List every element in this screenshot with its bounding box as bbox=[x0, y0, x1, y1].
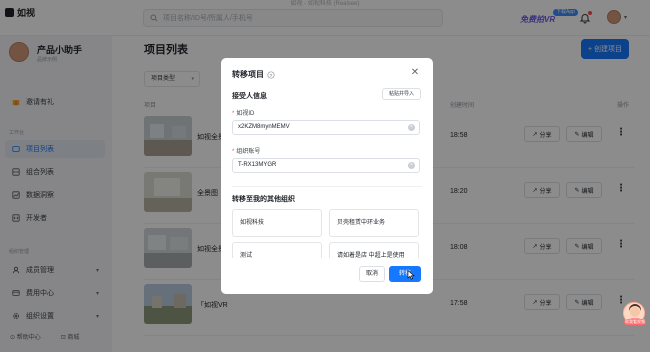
clear-icon[interactable]: × bbox=[408, 162, 415, 169]
org-account-input[interactable]: T-RX13MYGR × bbox=[232, 158, 420, 173]
org-account-label: * 组织账号 bbox=[232, 146, 260, 155]
org-account-value: T-RX13MYGR bbox=[238, 162, 277, 168]
org-option[interactable]: 贝壳租赁中环业务 bbox=[329, 209, 419, 237]
realsee-id-value: x2KZM8mynMEMV bbox=[238, 124, 290, 130]
help-circle-icon[interactable]: ? bbox=[267, 70, 275, 79]
cancel-button[interactable]: 取消 bbox=[359, 266, 385, 282]
realsee-id-input[interactable]: x2KZM8mynMEMV × bbox=[232, 120, 420, 135]
close-icon[interactable]: ✕ bbox=[410, 68, 420, 78]
required-mark: * bbox=[232, 111, 235, 117]
required-mark: * bbox=[232, 149, 235, 155]
assistant-label[interactable]: 帮我看视频 bbox=[624, 319, 646, 325]
divider bbox=[232, 186, 422, 187]
transfer-project-dialog: 转移项目 ? ✕ 接受人信息 粘贴并导入 * 如视ID x2KZM8mynMEMV… bbox=[221, 58, 433, 294]
svg-text:?: ? bbox=[270, 72, 273, 78]
receiver-section-title: 接受人信息 bbox=[232, 93, 267, 100]
realsee-id-label: * 如视ID bbox=[232, 108, 254, 117]
paste-import-button[interactable]: 粘贴并导入 bbox=[382, 88, 421, 100]
org-option[interactable]: 如视科技 bbox=[232, 209, 322, 237]
dialog-title-text: 转移项目 bbox=[232, 70, 264, 79]
my-orgs-section-title: 转移至我的其他组织 bbox=[232, 196, 295, 203]
confirm-transfer-button[interactable]: 转移 bbox=[389, 266, 421, 282]
org-account-label-text: 组织账号 bbox=[236, 149, 261, 155]
realsee-id-label-text: 如视ID bbox=[236, 111, 255, 117]
mouse-cursor-icon bbox=[407, 270, 415, 280]
dialog-title: 转移项目 ? bbox=[232, 69, 275, 80]
clear-icon[interactable]: × bbox=[408, 124, 415, 131]
